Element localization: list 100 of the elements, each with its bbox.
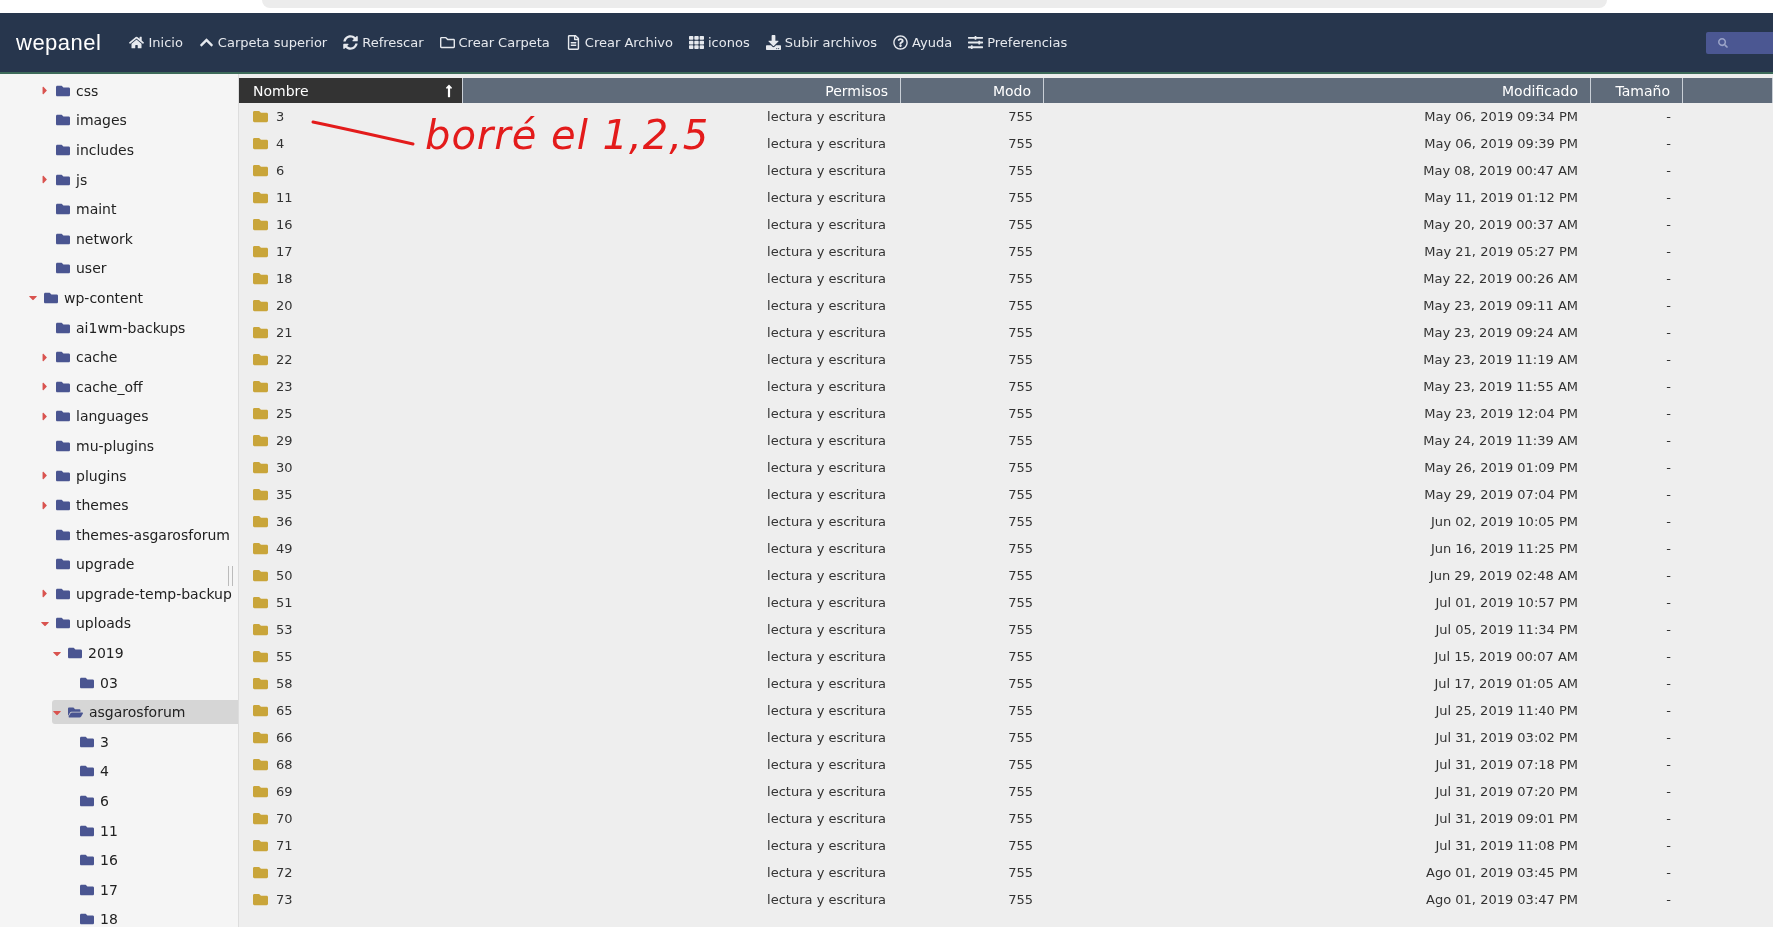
- file-name[interactable]: 69: [276, 784, 293, 799]
- file-name[interactable]: 22: [276, 352, 293, 367]
- tree-item[interactable]: upgrade: [76, 556, 135, 573]
- tree-row[interactable]: css: [40, 78, 238, 103]
- file-name[interactable]: 68: [276, 757, 293, 772]
- file-name[interactable]: 35: [276, 487, 293, 502]
- tree-item[interactable]: mu-plugins: [76, 437, 155, 454]
- tree-row[interactable]: network: [40, 226, 238, 251]
- column-header[interactable]: Nombre: [239, 78, 463, 103]
- tree-row[interactable]: js: [40, 167, 238, 192]
- tree-row[interactable]: themes: [40, 493, 238, 518]
- tree-item[interactable]: 11: [100, 822, 118, 839]
- tree-item[interactable]: 18: [100, 911, 118, 927]
- tree-item[interactable]: network: [76, 230, 133, 247]
- tree-item[interactable]: languages: [76, 408, 149, 425]
- file-name[interactable]: 58: [276, 676, 293, 691]
- tree-row[interactable]: 6: [64, 789, 238, 814]
- tree-item[interactable]: maint: [76, 201, 117, 218]
- search-field[interactable]: [1706, 31, 1773, 54]
- tree-row[interactable]: upgrade: [40, 552, 238, 577]
- tree-item[interactable]: 03: [100, 674, 118, 691]
- file-name[interactable]: 72: [276, 865, 293, 880]
- tree-item[interactable]: 16: [100, 852, 118, 869]
- tree-item[interactable]: 4: [100, 763, 109, 780]
- file-name[interactable]: 30: [276, 460, 293, 475]
- toolbar-button[interactable]: Refrescar: [335, 27, 432, 58]
- tree-item[interactable]: cache_off: [76, 378, 143, 395]
- file-name[interactable]: 17: [276, 244, 293, 259]
- tree-item[interactable]: wp-content: [64, 289, 143, 306]
- tree-item[interactable]: upgrade-temp-backup: [76, 585, 232, 602]
- tree-item[interactable]: 3: [100, 733, 109, 750]
- toolbar-button[interactable]: iconos: [681, 27, 758, 58]
- tree-row[interactable]: plugins: [40, 463, 238, 488]
- tree-item[interactable]: uploads: [76, 615, 131, 632]
- tree-row[interactable]: user: [40, 256, 238, 281]
- toolbar-button[interactable]: Crear Archivo: [557, 27, 681, 58]
- tree-row[interactable]: uploads: [40, 611, 238, 636]
- file-name[interactable]: 51: [276, 595, 293, 610]
- file-name[interactable]: 21: [276, 325, 293, 340]
- toolbar-button[interactable]: Crear Carpeta: [431, 27, 558, 58]
- tree-row[interactable]: 3: [64, 729, 238, 754]
- column-header[interactable]: Modo: [901, 78, 1044, 103]
- tree-item[interactable]: 17: [100, 881, 118, 898]
- tree-row[interactable]: mu-plugins: [40, 433, 238, 458]
- tree-item[interactable]: 6: [100, 793, 109, 810]
- tree-item[interactable]: user: [76, 260, 107, 277]
- tree-item[interactable]: includes: [76, 142, 135, 158]
- tree-row[interactable]: 16: [64, 848, 238, 873]
- tree-row[interactable]: ai1wm-backups: [40, 315, 238, 340]
- tree-item[interactable]: ai1wm-backups: [76, 319, 186, 336]
- tree-item[interactable]: cache: [76, 349, 118, 366]
- file-name[interactable]: 6: [276, 163, 285, 178]
- file-name[interactable]: 73: [276, 892, 293, 907]
- file-name[interactable]: 16: [276, 217, 293, 232]
- toolbar-button[interactable]: Inicio: [121, 27, 191, 58]
- tree-row[interactable]: wp-content: [28, 285, 238, 310]
- file-name[interactable]: 36: [276, 514, 293, 529]
- file-name[interactable]: 49: [276, 541, 293, 556]
- tree-row[interactable]: images: [40, 108, 238, 133]
- file-name[interactable]: 66: [276, 730, 293, 745]
- tree-row[interactable]: 17: [64, 877, 238, 902]
- tree-item[interactable]: 2019: [88, 645, 124, 662]
- tree-item[interactable]: css: [76, 82, 99, 99]
- tree-row[interactable]: cache: [40, 345, 238, 370]
- file-name[interactable]: 11: [276, 190, 293, 205]
- tree-row[interactable]: 03: [64, 670, 238, 695]
- tree-row[interactable]: 2019: [52, 641, 238, 666]
- column-header[interactable]: Tamaño: [1591, 78, 1683, 103]
- file-name[interactable]: 25: [276, 406, 293, 421]
- tree-item[interactable]: images: [76, 112, 127, 129]
- file-name[interactable]: 4: [276, 136, 285, 151]
- file-name[interactable]: 18: [276, 271, 293, 286]
- file-name[interactable]: 29: [276, 433, 293, 448]
- file-name[interactable]: 3: [276, 109, 285, 124]
- tree-item[interactable]: themes: [76, 497, 129, 514]
- column-header[interactable]: Modificado: [1044, 78, 1591, 103]
- toolbar-button[interactable]: Carpeta superior: [190, 27, 336, 58]
- tree-item[interactable]: themes-asgarosforum: [76, 526, 230, 543]
- tree-item[interactable]: asgarosforum: [89, 704, 186, 721]
- file-name[interactable]: 53: [276, 622, 293, 637]
- column-header[interactable]: Permisos: [463, 78, 901, 103]
- tree-item[interactable]: js: [76, 171, 88, 188]
- tree-row[interactable]: 11: [64, 818, 238, 843]
- caret-right-icon[interactable]: [40, 469, 50, 482]
- tree-row[interactable]: asgarosforum: [52, 700, 238, 725]
- tree-row[interactable]: cache_off: [40, 374, 238, 399]
- tree-row[interactable]: upgrade-temp-backup: [40, 581, 238, 606]
- tree-row[interactable]: languages: [40, 404, 238, 429]
- file-name[interactable]: 71: [276, 838, 293, 853]
- tree-item[interactable]: plugins: [76, 467, 127, 484]
- tree-row[interactable]: includes: [40, 138, 238, 162]
- toolbar-button[interactable]: Preferencias: [960, 27, 1076, 58]
- tree-row[interactable]: 4: [64, 759, 238, 784]
- tree-row[interactable]: 18: [64, 907, 238, 927]
- toolbar-button[interactable]: Ayuda: [884, 27, 961, 58]
- file-name[interactable]: 70: [276, 811, 293, 826]
- tree-row[interactable]: maint: [40, 197, 238, 222]
- file-name[interactable]: 50: [276, 568, 293, 583]
- toolbar-button[interactable]: Subir archivos: [757, 27, 885, 58]
- file-name[interactable]: 20: [276, 298, 293, 313]
